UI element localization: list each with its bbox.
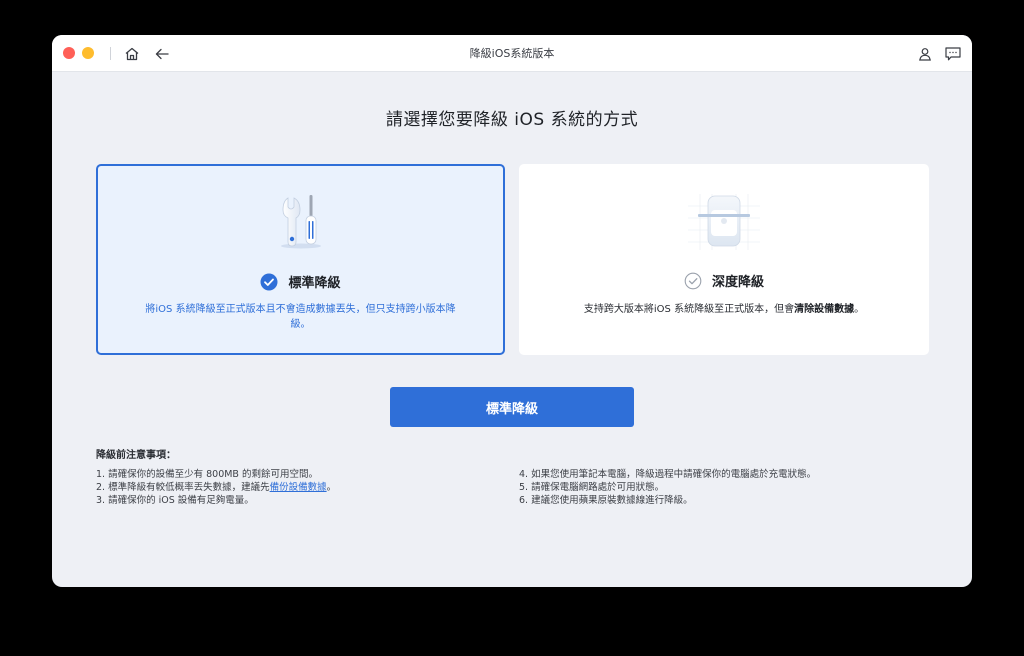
user-icon[interactable]	[915, 44, 934, 63]
feedback-chat-icon[interactable]	[943, 44, 962, 63]
standard-downgrade-label: 標準降級	[288, 276, 341, 291]
notes-list-left: 1. 請確保你的設備至少有 800MB 的剩餘可用空間。 2. 標準降級有較低概…	[96, 468, 336, 507]
deep-downgrade-description: 支持跨大版本將iOS 系統降級至正式版本，但會清除設備數據。	[583, 304, 865, 315]
deep-downgrade-option: 深度降級	[519, 271, 929, 290]
standard-downgrade-description: 將iOS 系統降級至正式版本且不會造成數據丟失，但只支持跨小版本降級。	[145, 304, 456, 330]
notes-list-right: 4. 如果您使用筆記本電腦，降級過程中請確保你的電腦處於充電狀態。 5. 請確保…	[519, 468, 816, 507]
option-card-deep-downgrade[interactable]: 深度降級 支持跨大版本將iOS 系統降級至正式版本，但會清除設備數據。	[519, 164, 929, 355]
standard-downgrade-button[interactable]: 標準降級	[390, 387, 634, 427]
option-card-standard-downgrade[interactable]: 標準降級 將iOS 系統降級至正式版本且不會造成數據丟失，但只支持跨小版本降級。	[96, 164, 505, 355]
checked-circle-icon	[260, 273, 278, 290]
backup-data-link[interactable]: 備份設備數據	[270, 482, 327, 493]
page-title: 請選擇您要降級 iOS 系統的方式	[385, 110, 639, 130]
note-item: 2. 標準降級有較低概率丟失數據，建議先備份設備數據。	[96, 482, 337, 493]
unchecked-circle-icon	[684, 272, 702, 289]
note-item: 5. 請確保電腦網路處於可用狀態。	[519, 482, 665, 493]
deep-downgrade-label: 深度降級	[711, 275, 764, 290]
title-bar: 降級iOS系統版本	[52, 35, 972, 72]
tools-icon	[271, 192, 331, 256]
note-item: 1. 請確保你的設備至少有 800MB 的剩餘可用空間。	[96, 469, 318, 480]
window-title: 降級iOS系統版本	[469, 47, 555, 60]
app-window: 降級iOS系統版本 請選擇您要降級 iOS 系統的方式 標準降級 將iOS 系統…	[52, 35, 972, 587]
standard-downgrade-option: 標準降級	[98, 272, 503, 291]
note-item: 6. 建議您使用蘋果原裝數據線進行降級。	[519, 495, 693, 506]
notes-title: 降級前注意事項：	[96, 450, 176, 461]
note-item: 3. 請確保你的 iOS 設備有足夠電量。	[96, 495, 254, 506]
device-reset-icon	[684, 190, 764, 258]
note-item: 4. 如果您使用筆記本電腦，降級過程中請確保你的電腦處於充電狀態。	[519, 469, 817, 480]
clear-data-warning: 清除設備數據	[794, 304, 855, 315]
